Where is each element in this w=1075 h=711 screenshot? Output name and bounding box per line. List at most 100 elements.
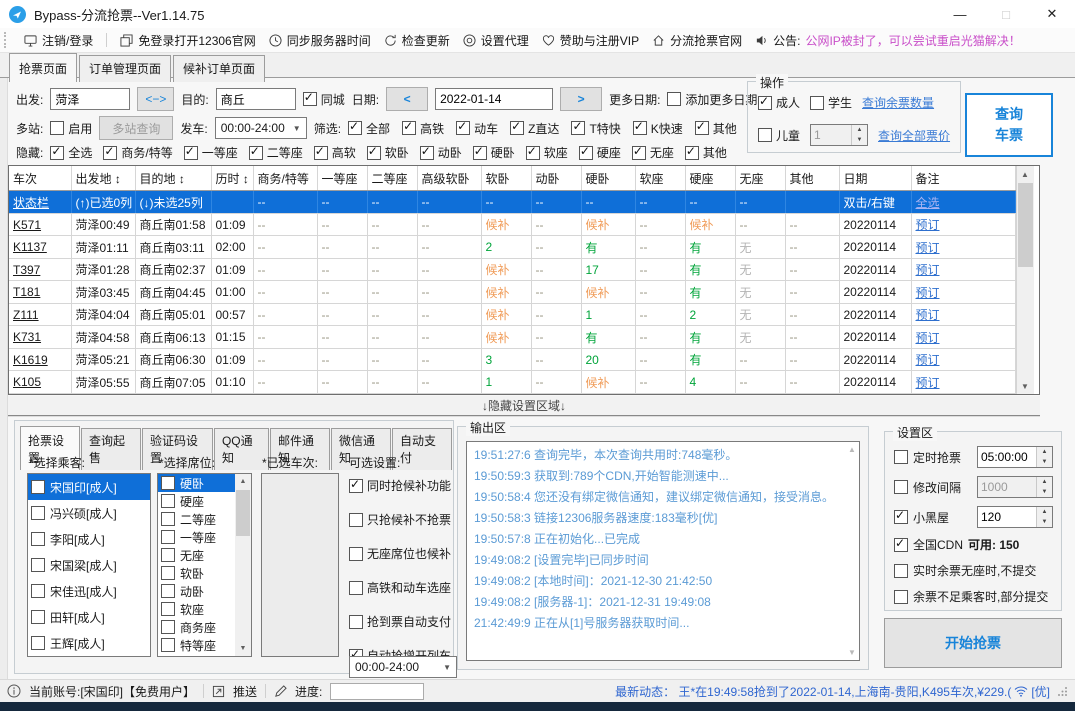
- checkbox[interactable]: [510, 121, 524, 135]
- filter-row-option[interactable]: 高铁: [402, 120, 444, 137]
- hide-row-option[interactable]: 硬座: [579, 144, 621, 161]
- book-link[interactable]: 预订: [911, 213, 1015, 236]
- tab-waitlist-orders[interactable]: 候补订单页面: [173, 55, 265, 82]
- add-more-dates-checkbox[interactable]: 添加更多日期: [667, 91, 757, 108]
- same-city-checkbox[interactable]: 同城: [303, 91, 345, 108]
- column-header[interactable]: 历时 ↕: [211, 166, 253, 191]
- scroll-up-icon[interactable]: ▲: [1017, 166, 1034, 182]
- hide-row-option[interactable]: 软座: [526, 144, 568, 161]
- checkbox[interactable]: [184, 146, 198, 160]
- checkbox[interactable]: [402, 121, 416, 135]
- tab-order-management[interactable]: 订单管理页面: [79, 55, 171, 82]
- column-header[interactable]: 目的地 ↕: [135, 166, 211, 191]
- checkbox[interactable]: [161, 494, 175, 508]
- query-tickets-button[interactable]: 查询 车票: [965, 93, 1053, 157]
- official-site-button[interactable]: 分流抢票官网: [652, 32, 742, 49]
- hide-row-option[interactable]: 全选: [50, 144, 92, 161]
- checkbox[interactable]: [161, 638, 175, 652]
- settings-tab[interactable]: QQ通知: [214, 428, 269, 470]
- book-link[interactable]: 预订: [911, 236, 1015, 259]
- scroll-thumb[interactable]: [236, 490, 250, 536]
- column-header[interactable]: 动卧: [531, 166, 581, 191]
- list-item[interactable]: 李阳[成人]: [28, 526, 150, 552]
- blackroom-stepper[interactable]: ▲▼: [977, 506, 1053, 528]
- checkbox[interactable]: [473, 146, 487, 160]
- checkbox[interactable]: [894, 510, 908, 524]
- checkbox[interactable]: [810, 96, 824, 110]
- checkbox[interactable]: [456, 121, 470, 135]
- checkbox[interactable]: [303, 92, 317, 106]
- list-item[interactable]: 王辉[成人]: [28, 630, 150, 656]
- checkbox[interactable]: [161, 584, 175, 598]
- optional-setting[interactable]: 同时抢候补功能: [349, 477, 449, 494]
- resize-grip-icon[interactable]: [1058, 686, 1068, 696]
- scroll-down-icon[interactable]: ▼: [1017, 378, 1034, 394]
- proxy-settings-button[interactable]: 设置代理: [463, 32, 529, 49]
- checkbox[interactable]: [349, 615, 363, 629]
- table-row[interactable]: T397菏泽01:28商丘南02:3701:09--------候补--17--…: [9, 258, 1015, 281]
- filter-row-option[interactable]: K快速: [633, 120, 683, 137]
- filter-row-option[interactable]: T特快: [571, 120, 620, 137]
- checkbox[interactable]: [758, 128, 772, 142]
- filter-row-option[interactable]: 其他: [695, 120, 737, 137]
- book-link[interactable]: 预订: [911, 348, 1015, 371]
- checkbox[interactable]: [31, 584, 45, 598]
- hide-row-option[interactable]: 无座: [632, 144, 674, 161]
- timed-grab-time-stepper[interactable]: ▲▼: [977, 446, 1053, 468]
- column-header[interactable]: 软座: [635, 166, 685, 191]
- checkbox[interactable]: [103, 146, 117, 160]
- tab-grab-page[interactable]: 抢票页面: [9, 53, 77, 82]
- table-row[interactable]: K731菏泽04:58商丘南06:1301:15--------候补--有--有…: [9, 326, 1015, 349]
- checkbox[interactable]: [31, 480, 45, 494]
- table-row[interactable]: Z111菏泽04:04商丘南05:0100:57--------候补--1--2…: [9, 303, 1015, 326]
- push-button[interactable]: 推送: [233, 683, 257, 700]
- column-header[interactable]: 硬座: [685, 166, 735, 191]
- list-item[interactable]: 宋国梁[成人]: [28, 552, 150, 578]
- list-item[interactable]: 硬卧: [158, 474, 236, 492]
- train-number-link[interactable]: T397: [9, 258, 71, 281]
- checkbox[interactable]: [314, 146, 328, 160]
- column-header[interactable]: 硬卧: [581, 166, 635, 191]
- book-link[interactable]: 预订: [911, 326, 1015, 349]
- checkbox[interactable]: [420, 146, 434, 160]
- scroll-down-icon[interactable]: ▼: [848, 648, 856, 657]
- train-number-link[interactable]: K731: [9, 326, 71, 349]
- passenger-listbox[interactable]: 宋国印[成人]冯兴硕[成人]李阳[成人]宋国梁[成人]宋佳迅[成人]田轩[成人]…: [27, 473, 151, 657]
- child-count-stepper[interactable]: ▲▼: [810, 124, 868, 146]
- interval-stepper[interactable]: ▲▼: [977, 476, 1053, 498]
- select-all-link[interactable]: 全选: [911, 191, 1015, 214]
- table-row[interactable]: K105菏泽05:55商丘南07:0501:10--------1--候补--4…: [9, 371, 1015, 394]
- grab-time-range-select[interactable]: 00:00-24:00▼: [349, 656, 457, 678]
- checkbox[interactable]: [161, 530, 175, 544]
- checkbox[interactable]: [348, 121, 362, 135]
- checkbox[interactable]: [632, 146, 646, 160]
- book-link[interactable]: 预订: [911, 281, 1015, 304]
- filter-row-option[interactable]: 全部: [348, 120, 390, 137]
- checkbox[interactable]: [31, 610, 45, 624]
- check-update-button[interactable]: 检查更新: [384, 32, 450, 49]
- maximize-button[interactable]: □: [983, 0, 1029, 28]
- column-header[interactable]: 商务/特等: [253, 166, 317, 191]
- list-item[interactable]: 动卧: [158, 582, 236, 600]
- checkbox[interactable]: [685, 146, 699, 160]
- table-row[interactable]: T181菏泽03:45商丘南04:4501:00--------候补--候补--…: [9, 281, 1015, 304]
- list-item[interactable]: 田轩[成人]: [28, 604, 150, 630]
- list-item[interactable]: 特等座: [158, 636, 236, 654]
- checkbox[interactable]: [526, 146, 540, 160]
- column-header[interactable]: 二等座: [367, 166, 417, 191]
- checkbox[interactable]: [161, 548, 175, 562]
- swap-stations-button[interactable]: <−>: [137, 87, 174, 111]
- list-item[interactable]: 软座: [158, 600, 236, 618]
- date-input[interactable]: [435, 88, 553, 110]
- table-row[interactable]: K1137菏泽01:11商丘南03:1102:00--------2--有--有…: [9, 236, 1015, 259]
- close-button[interactable]: ✕: [1029, 0, 1075, 28]
- checkbox[interactable]: [894, 538, 908, 552]
- list-item[interactable]: 无座: [158, 546, 236, 564]
- hide-row-option[interactable]: 二等座: [249, 144, 303, 161]
- child-checkbox[interactable]: 儿童: [758, 127, 800, 144]
- multi-query-button[interactable]: 多站查询: [99, 116, 173, 140]
- checkbox[interactable]: [894, 480, 908, 494]
- checkbox[interactable]: [695, 121, 709, 135]
- logout-login-button[interactable]: 注销/登录: [24, 32, 93, 49]
- checkbox[interactable]: [31, 558, 45, 572]
